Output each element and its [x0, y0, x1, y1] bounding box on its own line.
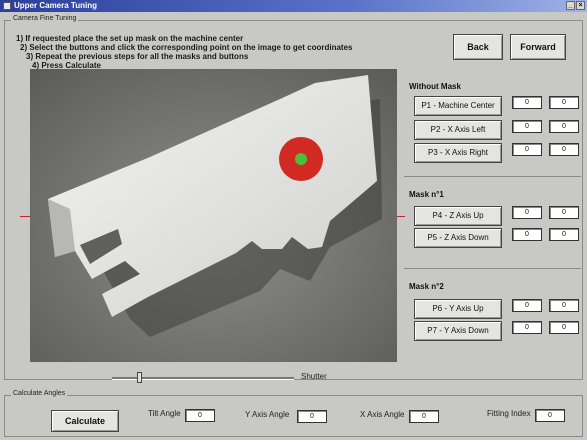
p3-x-field[interactable]: 0	[512, 143, 542, 156]
x-axis-angle-label: X Axis Angle	[360, 410, 405, 419]
p7-y-axis-down-button[interactable]: P7 - Y Axis Down	[414, 321, 502, 341]
close-icon[interactable]: ×	[576, 1, 585, 10]
p4-y-field[interactable]: 0	[549, 206, 579, 219]
p5-x-field[interactable]: 0	[512, 228, 542, 241]
camera-feed	[30, 69, 397, 362]
mask-1-title: Mask n°1	[409, 190, 444, 199]
shutter-slider[interactable]	[112, 372, 294, 384]
target-center-icon	[295, 153, 307, 165]
p2-y-field[interactable]: 0	[549, 120, 579, 133]
p2-x-field[interactable]: 0	[512, 120, 542, 133]
mask-2-title: Mask n°2	[409, 282, 444, 291]
x-axis-angle-field[interactable]: 0	[409, 410, 439, 423]
p1-machine-center-button[interactable]: P1 - Machine Center	[414, 96, 502, 116]
p7-y-field[interactable]: 0	[549, 321, 579, 334]
app-icon	[3, 2, 11, 10]
camera-image[interactable]	[30, 69, 397, 362]
back-button[interactable]: Back	[453, 34, 503, 60]
forward-button[interactable]: Forward	[510, 34, 566, 60]
p4-x-field[interactable]: 0	[512, 206, 542, 219]
calculate-angles-group-title: Calculate Angles	[11, 390, 68, 397]
fitting-index-field[interactable]: 0	[535, 409, 565, 422]
p6-y-axis-up-button[interactable]: P6 - Y Axis Up	[414, 299, 502, 319]
shutter-label: Shutter	[301, 372, 327, 381]
shutter-slider-thumb[interactable]	[137, 372, 142, 383]
p3-y-field[interactable]: 0	[549, 143, 579, 156]
tilt-angle-field[interactable]: 0	[185, 409, 215, 422]
fine-tuning-group-title: Camera Fine Tuning	[11, 15, 79, 22]
p3-x-axis-right-button[interactable]: P3 - X Axis Right	[414, 143, 502, 163]
window-title: Upper Camera Tuning	[14, 1, 97, 10]
section-divider	[404, 176, 581, 177]
p1-x-field[interactable]: 0	[512, 96, 542, 109]
p2-x-axis-left-button[interactable]: P2 - X Axis Left	[414, 120, 502, 140]
p4-z-axis-up-button[interactable]: P4 - Z Axis Up	[414, 206, 502, 226]
y-axis-angle-field[interactable]: 0	[297, 410, 327, 423]
window-controls: _ ×	[566, 1, 585, 10]
p1-y-field[interactable]: 0	[549, 96, 579, 109]
section-divider	[404, 268, 581, 269]
instruction-line: 1) If requested place the set up mask on…	[16, 34, 244, 43]
p6-x-field[interactable]: 0	[512, 299, 542, 312]
p5-z-axis-down-button[interactable]: P5 - Z Axis Down	[414, 228, 502, 248]
instruction-line: 3) Repeat the previous steps for all the…	[26, 52, 249, 61]
without-mask-title: Without Mask	[409, 82, 461, 91]
instructions: 1) If requested place the set up mask on…	[16, 34, 406, 70]
tilt-angle-label: Tilt Angle	[148, 409, 181, 418]
p7-x-field[interactable]: 0	[512, 321, 542, 334]
y-axis-angle-label: Y Axis Angle	[245, 410, 290, 419]
crosshair-right-tick	[397, 216, 405, 217]
p5-y-field[interactable]: 0	[549, 228, 579, 241]
calculate-button[interactable]: Calculate	[51, 410, 119, 432]
instruction-line: 2) Select the buttons and click the corr…	[20, 43, 353, 52]
fitting-index-label: Fitting Index	[487, 409, 531, 418]
window-titlebar[interactable]: Upper Camera Tuning _ ×	[0, 0, 587, 12]
crosshair-left-tick	[20, 216, 30, 217]
p6-y-field[interactable]: 0	[549, 299, 579, 312]
minimize-icon[interactable]: _	[566, 1, 575, 10]
